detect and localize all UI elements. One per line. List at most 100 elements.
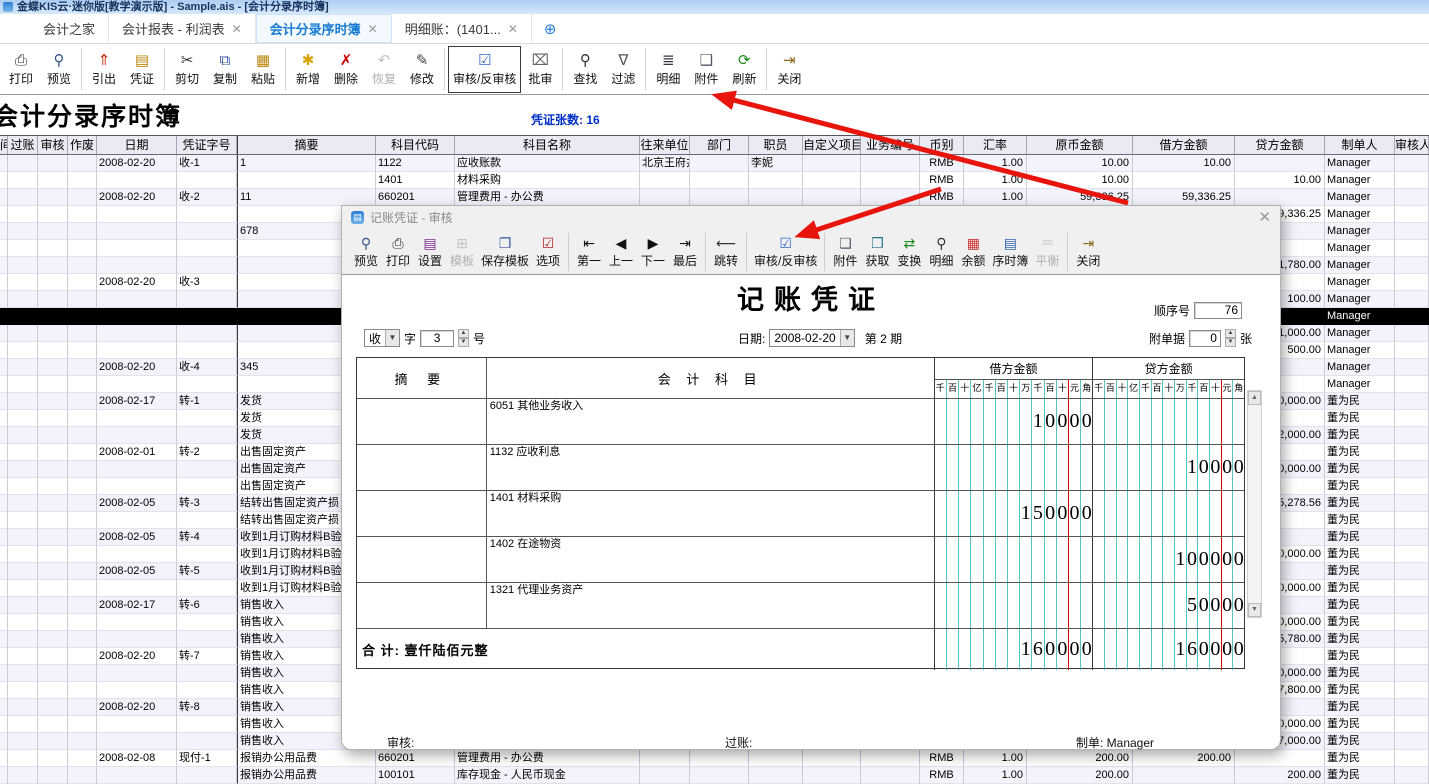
预览-button[interactable]: ⚲预览 bbox=[350, 231, 382, 273]
过滤-button[interactable]: ∇过滤 bbox=[604, 46, 642, 93]
column-header[interactable]: 汇率 bbox=[964, 136, 1027, 154]
column-header[interactable]: 币别 bbox=[920, 136, 964, 154]
amount-cell[interactable] bbox=[934, 537, 1093, 582]
journal-row[interactable]: 2008-02-20收-111122应收账款北京王府井李妮RMB1.0010.0… bbox=[0, 155, 1429, 172]
attach-count-field[interactable]: 0 bbox=[1189, 330, 1221, 347]
column-header[interactable]: 部门 bbox=[690, 136, 749, 154]
column-header[interactable]: 往来单位 bbox=[640, 136, 690, 154]
粘贴-button[interactable]: ▦粘贴 bbox=[244, 46, 282, 93]
entry-summary-cell[interactable] bbox=[357, 491, 487, 536]
journal-row[interactable]: 2008-02-08现付-1报销办公用品费660201管理费用 - 办公费RMB… bbox=[0, 750, 1429, 767]
column-header[interactable]: 日期 bbox=[97, 136, 177, 154]
column-header[interactable]: 审核人 bbox=[1395, 136, 1429, 154]
凭证-button[interactable]: ▤凭证 bbox=[123, 46, 161, 93]
tab-3[interactable]: 会计分录序时簿✕ bbox=[256, 14, 392, 43]
column-header[interactable]: 业务编号 bbox=[861, 136, 920, 154]
审核/反审核-button[interactable]: ☑审核/反审核 bbox=[448, 46, 521, 93]
entry-subject-cell[interactable]: 1402 在途物资 bbox=[487, 537, 934, 582]
amount-cell[interactable]: 100000 bbox=[1092, 537, 1244, 582]
复制-button[interactable]: ⧉复制 bbox=[206, 46, 244, 93]
voucher-scrollbar[interactable]: ▲ ▼ bbox=[1247, 390, 1262, 618]
serial-no-field[interactable]: 76 bbox=[1194, 302, 1242, 319]
关闭-button[interactable]: ⇥关闭 bbox=[1072, 231, 1104, 273]
附件-button[interactable]: ❑附件 bbox=[829, 231, 861, 273]
amount-cell[interactable] bbox=[934, 583, 1093, 628]
column-header[interactable]: 制单人 bbox=[1325, 136, 1395, 154]
第一-button[interactable]: ⇤第一 bbox=[573, 231, 605, 273]
打印-button[interactable]: ⎙打印 bbox=[382, 231, 414, 273]
column-header[interactable]: 原币金额 bbox=[1027, 136, 1133, 154]
entry-summary-cell[interactable] bbox=[357, 399, 487, 444]
新增-button[interactable]: ✱新增 bbox=[289, 46, 327, 93]
上一-button[interactable]: ◀上一 bbox=[605, 231, 637, 273]
entry-summary-cell[interactable] bbox=[357, 445, 487, 490]
column-header[interactable]: 过账 bbox=[8, 136, 38, 154]
column-header[interactable]: 摘要 bbox=[237, 136, 376, 154]
column-header[interactable]: 科目名称 bbox=[455, 136, 640, 154]
column-header[interactable]: 审核 bbox=[38, 136, 68, 154]
tab-close-icon[interactable]: ✕ bbox=[368, 22, 378, 36]
amount-cell[interactable] bbox=[934, 445, 1093, 490]
entry-subject-cell[interactable]: 1321 代理业务资产 bbox=[487, 583, 934, 628]
new-tab-button[interactable]: ⊕ bbox=[532, 20, 569, 38]
最后-button[interactable]: ⇥最后 bbox=[669, 231, 701, 273]
amount-cell[interactable]: 160000 bbox=[934, 629, 1093, 670]
voucher-entry-row[interactable]: 6051 其他业务收入10000 bbox=[357, 398, 1244, 444]
跳转-button[interactable]: ⟵跳转 bbox=[710, 231, 742, 273]
amount-cell[interactable]: 150000 bbox=[934, 491, 1093, 536]
column-header[interactable]: 职员 bbox=[749, 136, 803, 154]
剪切-button[interactable]: ✂剪切 bbox=[168, 46, 206, 93]
amount-cell[interactable]: 10000 bbox=[1092, 445, 1244, 490]
voucher-number-field[interactable]: 3 bbox=[420, 330, 454, 347]
amount-cell[interactable] bbox=[1092, 491, 1244, 536]
明细-button[interactable]: ≣明细 bbox=[649, 46, 687, 93]
entry-subject-cell[interactable]: 1132 应收利息 bbox=[487, 445, 934, 490]
amount-cell[interactable]: 50000 bbox=[1092, 583, 1244, 628]
column-header[interactable]: 凭证字号 bbox=[177, 136, 237, 154]
voucher-entry-row[interactable]: 1401 材料采购150000 bbox=[357, 490, 1244, 536]
修改-button[interactable]: ✎修改 bbox=[403, 46, 441, 93]
选项-button[interactable]: ☑选项 bbox=[532, 231, 564, 273]
column-header[interactable]: 贷方金额 bbox=[1235, 136, 1325, 154]
tab-2[interactable]: 会计报表 - 利润表✕ bbox=[109, 14, 256, 43]
刷新-button[interactable]: ⟳刷新 bbox=[725, 46, 763, 93]
amount-cell[interactable]: 10000 bbox=[934, 399, 1093, 444]
变换-button[interactable]: ⇄变换 bbox=[893, 231, 925, 273]
查找-button[interactable]: ⚲查找 bbox=[566, 46, 604, 93]
设置-button[interactable]: ▤设置 bbox=[414, 231, 446, 273]
entry-summary-cell[interactable] bbox=[357, 583, 487, 628]
journal-row[interactable]: 2008-02-20收-211660201管理费用 - 办公费RMB1.0059… bbox=[0, 189, 1429, 206]
journal-row[interactable]: 报销办公用品费100101库存现金 - 人民币现金RMB1.00200.0020… bbox=[0, 767, 1429, 784]
chevron-down-icon[interactable]: ▼ bbox=[385, 330, 399, 346]
下一-button[interactable]: ▶下一 bbox=[637, 231, 669, 273]
打印-button[interactable]: ⎙打印 bbox=[2, 46, 40, 93]
明细-button[interactable]: ⚲明细 bbox=[925, 231, 957, 273]
scroll-up-icon[interactable]: ▲ bbox=[1248, 391, 1261, 405]
附件-button[interactable]: ❑附件 bbox=[687, 46, 725, 93]
批审-button[interactable]: ⌧批审 bbox=[521, 46, 559, 93]
journal-row[interactable]: 1401材料采购RMB1.0010.0010.00Manager bbox=[0, 172, 1429, 189]
voucher-number-stepper[interactable]: ▲▼ bbox=[458, 329, 469, 347]
amount-cell[interactable]: 160000 bbox=[1092, 629, 1244, 670]
预览-button[interactable]: ⚲预览 bbox=[40, 46, 78, 93]
保存模板-button[interactable]: ❐保存模板 bbox=[478, 231, 532, 273]
chevron-down-icon[interactable]: ▼ bbox=[840, 330, 854, 346]
entry-subject-cell[interactable]: 1401 材料采购 bbox=[487, 491, 934, 536]
删除-button[interactable]: ✗删除 bbox=[327, 46, 365, 93]
voucher-entry-row[interactable]: 1132 应收利息 10000 bbox=[357, 444, 1244, 490]
tab-1[interactable]: 会计之家 bbox=[30, 14, 109, 43]
序时簿-button[interactable]: ▤序时簿 bbox=[989, 231, 1031, 273]
entry-subject-cell[interactable]: 6051 其他业务收入 bbox=[487, 399, 934, 444]
attach-count-stepper[interactable]: ▲▼ bbox=[1225, 329, 1236, 347]
关闭-button[interactable]: ⇥关闭 bbox=[770, 46, 808, 93]
引出-button[interactable]: ⇑引出 bbox=[85, 46, 123, 93]
amount-cell[interactable] bbox=[1092, 399, 1244, 444]
column-header[interactable]: 作废 bbox=[68, 136, 97, 154]
entry-summary-cell[interactable] bbox=[357, 537, 487, 582]
column-header[interactable]: 科目代码 bbox=[376, 136, 455, 154]
column-header[interactable]: 间 bbox=[0, 136, 8, 154]
date-select[interactable]: 2008-02-20 ▼ bbox=[769, 329, 854, 347]
column-header[interactable]: 借方金额 bbox=[1133, 136, 1235, 154]
scroll-down-icon[interactable]: ▼ bbox=[1248, 603, 1261, 617]
余额-button[interactable]: ▦余额 bbox=[957, 231, 989, 273]
